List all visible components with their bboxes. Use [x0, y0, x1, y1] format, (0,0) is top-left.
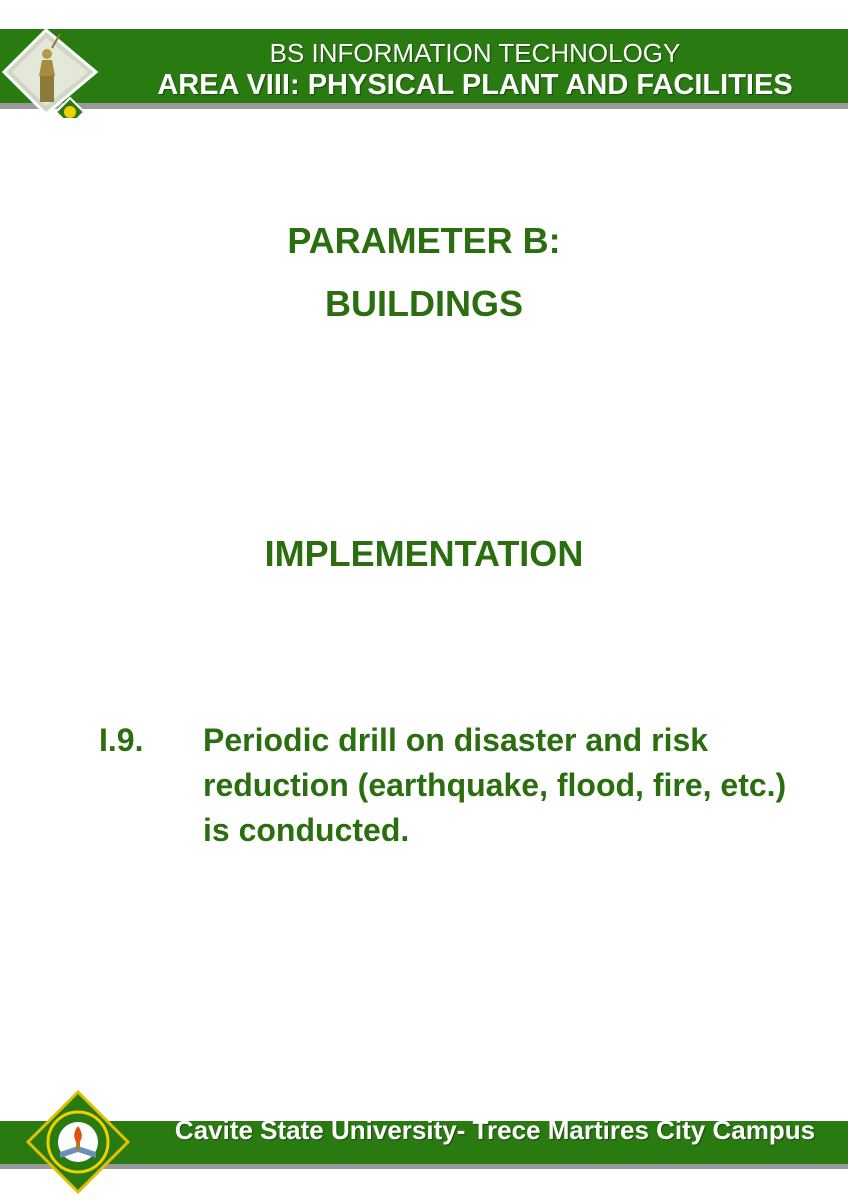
- university-seal-logo: [26, 1090, 130, 1194]
- header-shadow: [0, 103, 848, 109]
- campus-name: Cavite State University- Trece Martires …: [174, 1115, 816, 1145]
- area-title: AREA VIII: PHYSICAL PLANT AND FACILITIES: [157, 69, 793, 101]
- section-heading: IMPLEMENTATION: [264, 533, 584, 574]
- statue-emblem-logo: [1, 27, 99, 118]
- parameter-name: BUILDINGS: [325, 283, 523, 324]
- item-description: Periodic drill on disaster and risk redu…: [203, 722, 787, 848]
- program-title: BS INFORMATION TECHNOLOGY: [269, 38, 681, 68]
- item-number: I.9.: [99, 722, 144, 758]
- parameter-heading: PARAMETER B:: [287, 220, 561, 261]
